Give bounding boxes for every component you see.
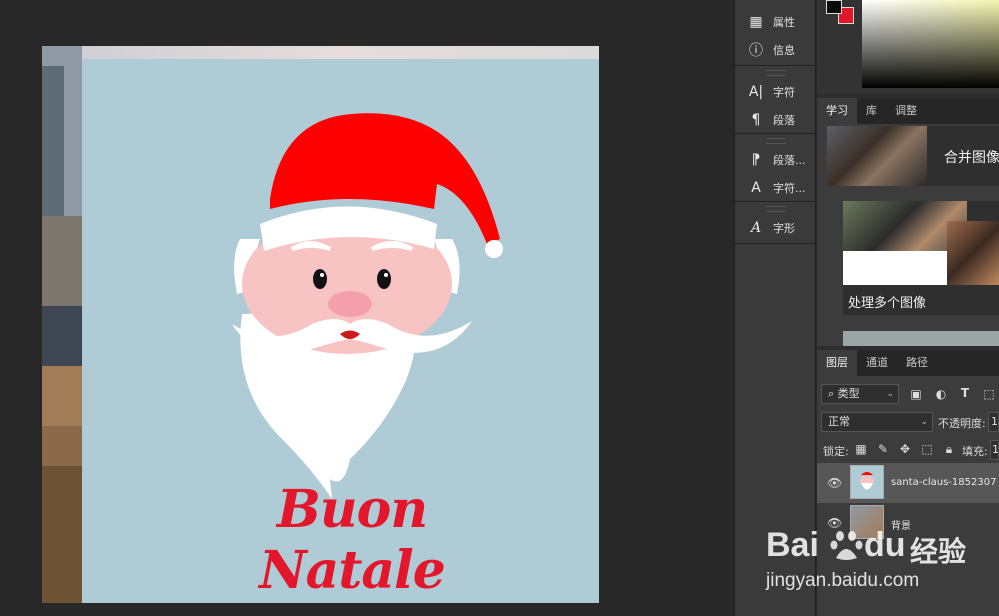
panel-grip-handle[interactable] [766, 138, 786, 144]
santa-artwork-layer[interactable]: Buon Natale [82, 59, 599, 603]
watermark-brand-suffix: du [864, 526, 906, 564]
dock-item-label: 属性 [773, 16, 795, 29]
learn-card-merge-title: 合并图像 [944, 150, 999, 166]
learn-card-batch-thumbnail-2 [947, 221, 999, 285]
learn-card-merge-thumbnail [827, 126, 927, 186]
glyphs-icon: A [750, 220, 762, 236]
baidu-paw-icon [830, 531, 863, 560]
dock-item-character[interactable]: A| 字符 [735, 78, 817, 106]
fill-field[interactable]: 1 [990, 440, 999, 460]
layer-row-santa[interactable]: 👁︎ santa-claus-1852307 [817, 463, 999, 503]
dock-item-label: 信息 [773, 44, 795, 57]
search-icon: ⌕ [828, 387, 835, 400]
layer-name: santa-claus-1852307 [891, 477, 997, 488]
dock-item-info[interactable]: ⓘ 信息 [735, 36, 817, 64]
lock-artboard-icon[interactable]: ⬚ [920, 442, 934, 456]
background-photo-strip [42, 46, 82, 603]
dock-item-paragraph-styles[interactable]: ⁋ 段落... [735, 146, 817, 174]
paragraph-icon: ¶ [751, 112, 761, 128]
color-picker-field[interactable] [862, 0, 999, 88]
learn-card-next[interactable] [843, 331, 999, 346]
properties-icon: ▦ [749, 14, 763, 30]
background-photo-image [42, 46, 82, 603]
panel-grip-handle[interactable] [766, 206, 786, 212]
dock-item-label: 段落... [773, 154, 806, 167]
opacity-label: 不透明度: [938, 417, 986, 430]
visibility-eye-icon[interactable]: 👁︎ [827, 476, 842, 490]
dock-item-paragraph[interactable]: ¶ 段落 [735, 106, 817, 134]
santa-thumbnail-icon [860, 472, 874, 490]
lock-label: 锁定: [823, 445, 849, 458]
lock-image-icon[interactable]: ✎ [876, 442, 890, 456]
adjustment-layer-filter-icon[interactable]: ◐ [934, 387, 948, 401]
tab-layers[interactable]: 图层 [817, 350, 857, 376]
watermark-tagline: 经验 [910, 535, 967, 568]
chevron-down-icon: ⌄ [886, 389, 894, 399]
lock-all-icon[interactable]: 🔒︎ [942, 442, 956, 457]
info-icon: ⓘ [749, 43, 763, 59]
dock-item-glyphs[interactable]: A 字形 [735, 214, 817, 242]
paragraph-styles-icon: ⁋ [751, 152, 761, 168]
dock-item-properties[interactable]: ▦ 属性 [735, 8, 817, 36]
tab-paths[interactable]: 路径 [897, 350, 937, 376]
watermark-brand: Bai [766, 526, 819, 564]
tab-learn[interactable]: 学习 [817, 98, 857, 124]
tab-libraries[interactable]: 库 [857, 98, 886, 124]
opacity-value: 1 [991, 415, 998, 428]
character-icon: A| [748, 84, 764, 100]
character-styles-icon: A [751, 180, 761, 196]
learn-card-batch-title: 处理多个图像 [848, 296, 927, 311]
greeting-text: Buon Natale [259, 479, 446, 601]
chevron-down-icon: ⌄ [920, 417, 928, 427]
foreground-color-swatch[interactable] [826, 0, 842, 14]
dock-item-label: 字形 [773, 222, 795, 235]
layer-filter-select[interactable]: ⌕ 类型 ⌄ [821, 384, 899, 404]
pixel-layer-filter-icon[interactable]: ▣ [909, 387, 923, 401]
tab-adjustments[interactable]: 调整 [886, 98, 926, 124]
opacity-field[interactable]: 1 [988, 412, 999, 432]
fill-label: 填充: [962, 445, 988, 458]
dock-item-label: 字符 [773, 86, 795, 99]
layer-thumbnail [850, 465, 884, 499]
panel-grip-handle[interactable] [766, 70, 786, 76]
watermark-url: jingyan.baidu.com [766, 570, 920, 591]
blend-mode-value: 正常 [828, 415, 850, 428]
layer-filter-value: 类型 [837, 387, 860, 400]
dock-item-character-styles[interactable]: A 字符... [735, 174, 817, 202]
lock-position-icon[interactable]: ✥ [898, 442, 912, 456]
lock-transparency-icon[interactable]: ▦ [854, 442, 868, 456]
learn-card-batch-thumbnail-blank [843, 251, 947, 285]
dock-item-label: 字符... [773, 182, 806, 195]
dock-item-label: 段落 [773, 114, 795, 127]
layers-panel-tabbar: 图层 通道 路径 [817, 350, 999, 376]
type-layer-filter-icon[interactable]: T [958, 386, 972, 400]
tab-channels[interactable]: 通道 [857, 350, 897, 376]
shape-layer-filter-icon[interactable]: ⬚ [982, 387, 996, 401]
fill-value: 1 [992, 443, 999, 456]
blend-mode-select[interactable]: 正常 ⌄ [821, 412, 933, 432]
learn-panel-tabbar: 学习 库 调整 [817, 98, 999, 124]
background-photo-top-edge [82, 46, 599, 59]
baidu-watermark: Bai du 经验 jingyan.baidu.com [758, 522, 998, 616]
